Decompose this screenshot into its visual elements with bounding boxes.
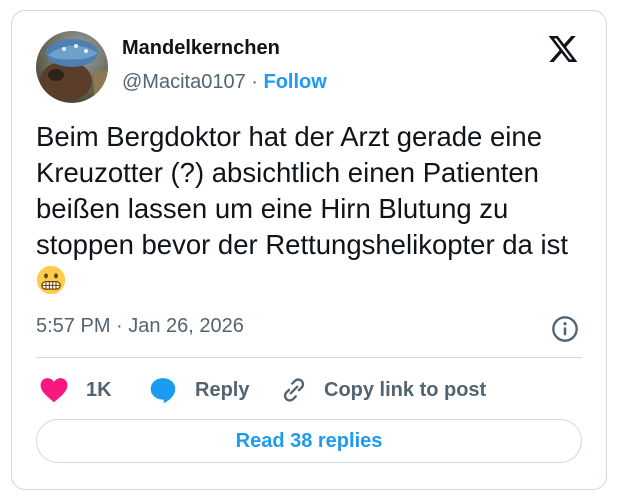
tweet-body: Beim Bergdoktor hat der Arzt gerade eine… [36, 121, 568, 260]
reply-button[interactable]: Reply [149, 375, 249, 405]
tweet-card: Mandelkernchen @Macita0107 · Follow Beim… [11, 10, 607, 490]
author-handle[interactable]: @Macita0107 [122, 71, 246, 93]
divider [36, 357, 582, 358]
like-count: 1K [86, 378, 112, 401]
like-button[interactable]: 1K [40, 375, 112, 405]
tweet-timestamp[interactable]: 5:57 PM · Jan 26, 2026 [36, 315, 244, 338]
author-name[interactable]: Mandelkernchen [122, 37, 280, 60]
speech-bubble-icon [150, 378, 176, 404]
copy-link-button[interactable]: Copy link to post [280, 375, 486, 405]
author-handle-row: @Macita0107 · Follow [122, 71, 327, 94]
handle-separator: · [245, 71, 264, 93]
x-logo-icon[interactable] [546, 33, 580, 65]
info-icon[interactable] [551, 315, 579, 343]
link-icon [283, 378, 305, 402]
read-replies-button[interactable]: Read 38 replies [36, 419, 582, 463]
tweet-text: Beim Bergdoktor hat der Arzt gerade eine… [36, 119, 591, 299]
follow-button[interactable]: Follow [263, 71, 326, 93]
read-replies-label: Read 38 replies [235, 429, 383, 452]
avatar[interactable] [36, 31, 108, 103]
reply-label: Reply [195, 378, 250, 401]
copy-link-label: Copy link to post [324, 378, 487, 401]
grimacing-face-emoji-icon [36, 265, 66, 295]
heart-icon [40, 378, 68, 403]
